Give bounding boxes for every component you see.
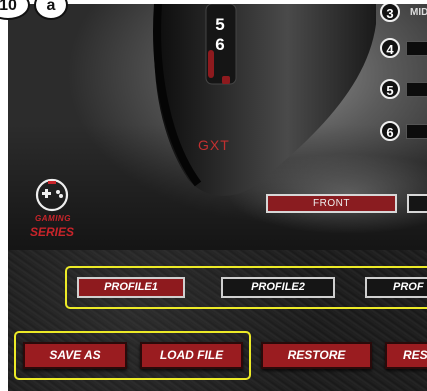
button-assign-row-4[interactable]: 4 <box>380 38 427 60</box>
button-assignment-field[interactable] <box>406 82 427 97</box>
button-assignment-field[interactable] <box>406 124 427 139</box>
save-as-button[interactable]: SAVE AS <box>23 342 127 369</box>
profile-1-button[interactable]: PROFILE1 <box>77 277 185 298</box>
reset-button[interactable]: RES <box>385 342 427 369</box>
tab-next-view[interactable] <box>407 194 427 213</box>
tab-front-view[interactable]: FRONT <box>266 194 397 213</box>
button-number-circle: 5 <box>380 79 400 99</box>
button-number-circle: 3 <box>380 4 400 22</box>
button-assignment-field[interactable] <box>406 41 427 56</box>
restore-button[interactable]: RESTORE <box>261 342 372 369</box>
screenshot: 5 6 GXT 3 MID 4 5 6 GAMING SERIES FRONT … <box>0 0 427 391</box>
mouse-brand-logo: GXT <box>198 137 230 153</box>
button-number-circle: 4 <box>380 38 400 58</box>
profile-2-button[interactable]: PROFILE2 <box>221 277 335 298</box>
logo-line-series: SERIES <box>29 225 74 239</box>
gaming-mouse-image: 5 6 GXT <box>153 4 376 196</box>
button-number-circle: 6 <box>380 121 400 141</box>
mouse-button-number: 5 <box>215 15 224 34</box>
mouse-config-panel: 5 6 GXT 3 MID 4 5 6 GAMING SERIES <box>8 4 427 250</box>
mouse-button-number: 6 <box>215 35 224 54</box>
button-assignment-field[interactable]: MID <box>406 5 427 20</box>
button-assign-row-3[interactable]: 3 MID <box>380 4 427 24</box>
gaming-series-logo: GAMING SERIES <box>22 178 82 248</box>
load-file-button[interactable]: LOAD FILE <box>140 342 243 369</box>
gamepad-icon <box>35 178 69 212</box>
button-assign-row-6[interactable]: 6 <box>380 121 427 143</box>
logo-line-gaming: GAMING <box>35 214 71 223</box>
button-assign-row-5[interactable]: 5 <box>380 79 427 101</box>
profile-3-button[interactable]: PROF <box>365 277 427 298</box>
